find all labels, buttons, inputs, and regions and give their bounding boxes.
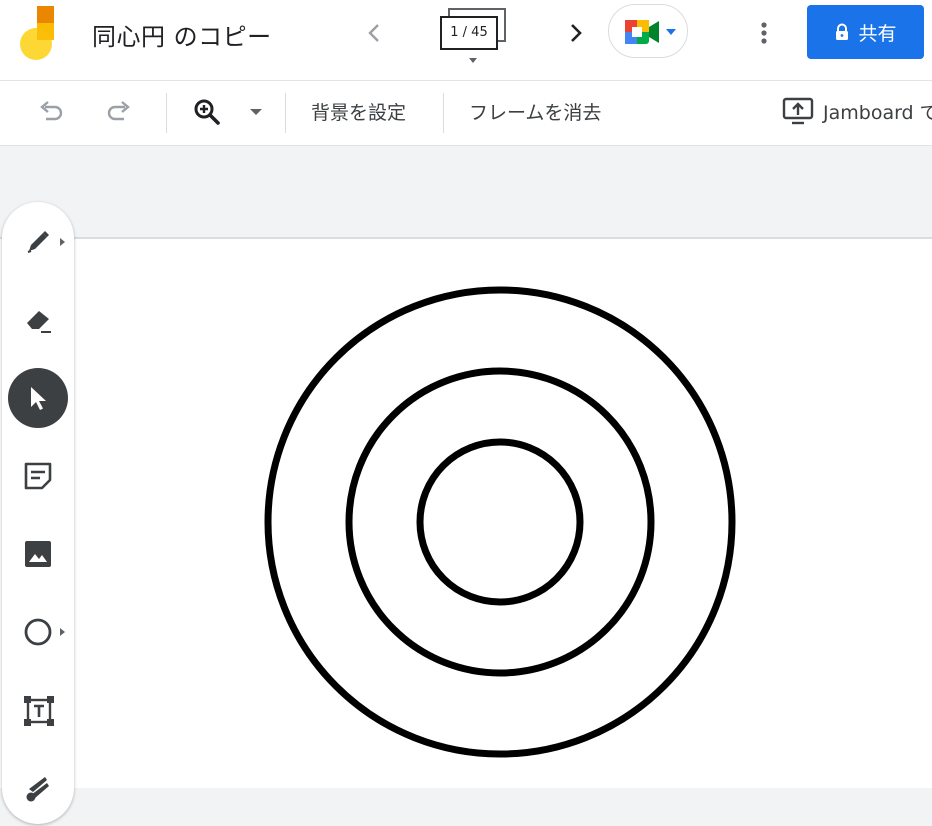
toolbar-divider [166, 93, 167, 133]
middle-circle [345, 367, 655, 677]
laser-tool[interactable] [8, 758, 68, 818]
google-meet-button[interactable] [608, 4, 688, 58]
chevron-right-icon[interactable] [562, 20, 588, 46]
chevron-left-icon[interactable] [362, 20, 388, 46]
frame-counter-label: 1 / 45 [440, 16, 498, 50]
set-background-button[interactable]: 背景を設定 [311, 98, 406, 125]
image-tool[interactable] [8, 524, 68, 584]
undo-icon[interactable] [36, 97, 66, 127]
pen-tool[interactable] [8, 212, 68, 272]
zoom-in-icon[interactable] [192, 97, 222, 127]
present-to-jamboard-icon [782, 97, 814, 125]
present-to-jamboard-button[interactable]: Jamboard で [782, 95, 932, 129]
caret-down-icon [469, 58, 477, 63]
eraser-icon [27, 311, 51, 333]
toolbar-divider [285, 93, 286, 133]
clear-frame-button[interactable]: フレームを消去 [469, 98, 601, 125]
present-to-jamboard-label: Jamboard で [823, 102, 932, 124]
redo-icon[interactable] [104, 97, 134, 127]
image-icon [25, 541, 51, 567]
app-header: 同心円 のコピー 1 / 45 共有 [0, 0, 932, 81]
pen-menu-arrow-icon [60, 238, 65, 246]
share-button[interactable]: 共有 [807, 5, 924, 59]
cursor-icon [31, 387, 46, 410]
google-meet-icon [625, 20, 676, 44]
shape-menu-arrow-icon [60, 628, 65, 636]
zoom-menu-caret-icon[interactable] [244, 97, 268, 127]
share-label: 共有 [858, 22, 897, 45]
editing-toolbar: 背景を設定 フレームを消去 Jamboard で [0, 81, 932, 146]
pen-icon [27, 231, 49, 253]
sticky-note-tool[interactable] [8, 446, 68, 506]
document-title[interactable]: 同心円 のコピー [92, 17, 272, 52]
jam-canvas[interactable] [0, 237, 932, 788]
outer-circle [264, 286, 736, 758]
lock-icon [836, 23, 849, 40]
text-box-icon [24, 696, 54, 726]
shape-tool[interactable] [8, 602, 68, 662]
text-box-tool[interactable] [8, 680, 68, 740]
more-vert-icon[interactable] [752, 18, 776, 48]
laser-icon [26, 777, 49, 802]
circle-icon [24, 618, 52, 646]
jamboard-logo[interactable] [16, 6, 60, 62]
concentric-circles-drawing [264, 286, 736, 758]
sticky-note-icon [24, 462, 52, 490]
tool-rail [2, 202, 74, 824]
select-tool[interactable] [8, 368, 68, 428]
frame-counter-button[interactable]: 1 / 45 [438, 6, 512, 64]
toolbar-divider [443, 93, 444, 133]
eraser-tool[interactable] [8, 290, 68, 350]
inner-circle [416, 438, 584, 606]
